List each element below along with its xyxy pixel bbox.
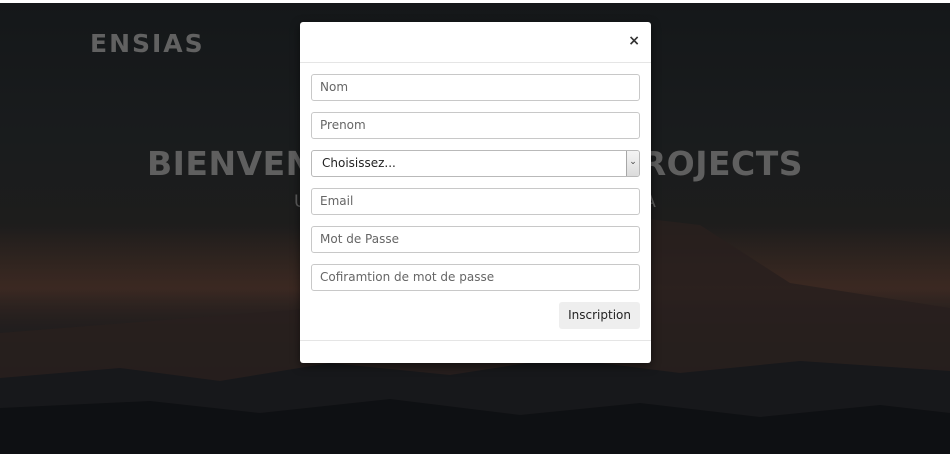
close-icon[interactable]: ×	[628, 33, 640, 49]
role-select-value: Choisissez...	[322, 156, 396, 170]
modal-body: Nom Prenom Choisissez... ⌄ Email Mot de …	[300, 63, 651, 342]
password-input[interactable]: Mot de Passe	[311, 226, 640, 253]
modal-footer	[300, 340, 651, 363]
inscription-button[interactable]: Inscription	[559, 302, 640, 329]
signup-modal: × Nom Prenom Choisissez... ⌄ Email Mot d…	[300, 22, 651, 363]
email-input[interactable]: Email	[311, 188, 640, 215]
password-confirm-input[interactable]: Cofiramtion de mot de passe	[311, 264, 640, 291]
chevron-down-icon: ⌄	[626, 151, 639, 176]
button-row: Inscription	[311, 302, 640, 342]
modal-header: ×	[300, 22, 651, 63]
prenom-input[interactable]: Prenom	[311, 112, 640, 139]
nom-input[interactable]: Nom	[311, 74, 640, 101]
role-select[interactable]: Choisissez... ⌄	[311, 150, 640, 177]
